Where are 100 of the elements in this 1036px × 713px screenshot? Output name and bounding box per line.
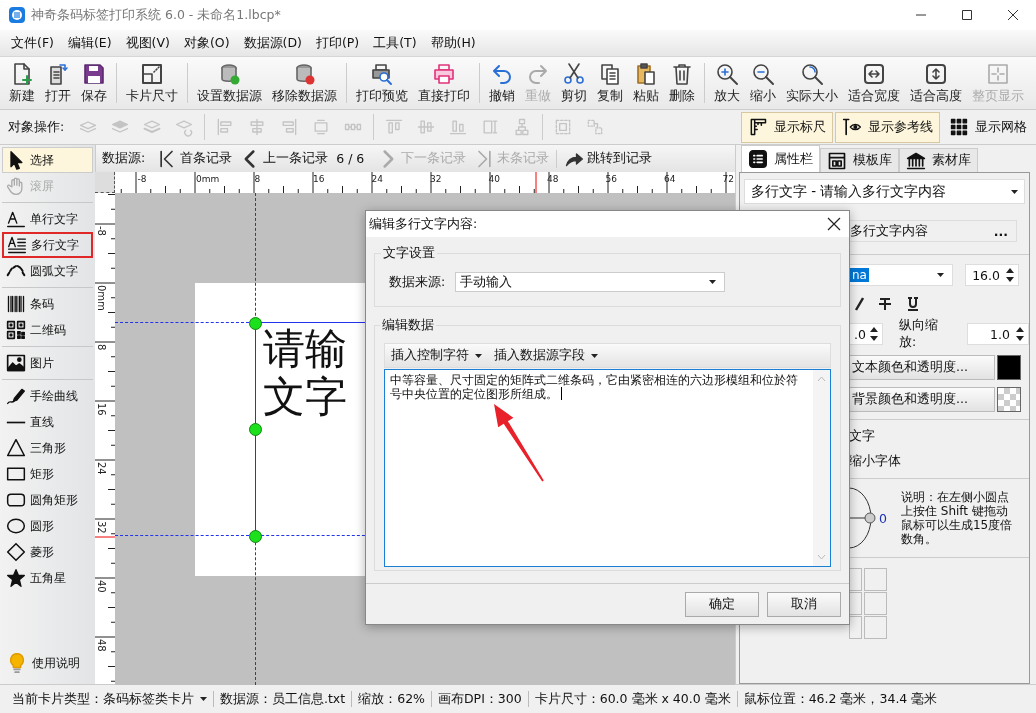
checkbox-label[interactable]: 缩小字体 [849,453,901,470]
underline-icon[interactable] [906,297,920,311]
menu-item[interactable]: 视图(V) [118,34,177,52]
toolbar-button[interactable]: 撤销 [484,61,520,105]
panel-tab[interactable]: 素材库 [899,148,978,172]
menu-item[interactable]: 数据源(D) [236,34,309,52]
toggle-button[interactable]: 显示参考线 [835,111,940,143]
background-color-button[interactable]: 背景颜色和透明度... [849,386,995,412]
toolbar-button[interactable]: 新建 [4,61,40,105]
caret-icon [200,697,207,701]
card-type-dropdown[interactable]: 当前卡片类型：条码标签类卡片 [6,690,213,708]
tool-button[interactable]: 单行文字 [2,206,93,232]
vertical-scale-spinner[interactable]: 1.0 [967,323,1029,345]
insert-menu[interactable]: 插入数据源字段 [494,347,598,364]
tool-button[interactable]: 圆弧文字 [2,258,93,284]
cursor-marker [95,536,115,538]
scrollbar[interactable] [813,370,830,566]
fit-page-icon [986,61,1010,86]
app-logo-icon [9,7,25,23]
dialog-button[interactable]: 确定 [685,591,759,617]
toolbar-button[interactable]: 设置数据源 [192,61,267,105]
toolbar-button[interactable]: 适合宽度 [843,61,905,105]
toggle-button[interactable]: 显示标尺 [741,111,833,143]
text-color-button[interactable]: 文本颜色和透明度... [849,354,995,380]
content-field[interactable]: 多行文字内容 ... [849,220,1017,242]
toolbar-label: 对象操作: [8,118,65,136]
zoom-out-icon [751,61,775,86]
tool-button[interactable]: 圆角矩形 [2,487,93,513]
scroll-up-icon[interactable] [817,376,826,382]
toolbar-button[interactable]: 删除 [664,61,700,105]
dialog-title: 编辑多行文字内容: [369,215,478,233]
toolbar-button[interactable]: 移除数据源 [267,61,342,105]
tool-button[interactable]: 图片 [2,350,93,376]
tool-button[interactable]: 圆形 [2,513,93,539]
horizontal-scale-spinner[interactable]: .0 [849,323,883,345]
tool-button[interactable]: 二维码 [2,317,93,343]
panel-tab[interactable]: 模板库 [820,148,899,172]
menu-item[interactable]: 工具(T) [366,34,424,52]
toolbar-button[interactable]: 打开 [40,61,76,105]
toolbar-button[interactable]: 适合高度 [905,61,967,105]
tool-button[interactable]: 直线 [2,409,93,435]
align-button[interactable] [849,616,862,639]
toolbar-button[interactable]: 直接打印 [413,61,475,105]
selected-text: na [850,268,869,282]
toolbar-button[interactable]: 实际大小 [781,61,843,105]
text-input-field[interactable]: 中等容量、尺寸固定的矩阵式二维条码，它由紧密相连的六边形模组和位於符号中央位置的定位图形所组成。 [384,369,831,567]
tool-button[interactable]: 选择 [2,147,93,173]
menu-item[interactable]: 对象(O) [176,34,237,52]
tool-button[interactable]: 菱形 [2,539,93,565]
checkbox-label[interactable]: 文字 [849,428,875,445]
source-dropdown[interactable]: 手动输入 [455,272,726,292]
tool-button[interactable]: 五角星 [2,565,93,591]
star-icon [6,568,26,588]
picture-icon [6,353,26,373]
trash-icon [670,61,694,86]
italic-icon[interactable] [854,297,864,311]
toolbar-button[interactable]: 保存 [76,61,112,105]
museum-icon [906,150,926,171]
toolbar-button[interactable]: 粘贴 [628,61,664,105]
caret-icon [1011,189,1018,194]
strikethrough-icon[interactable] [878,297,892,311]
jump-to-record-button[interactable]: 跳转到记录 [560,148,657,169]
transparent-swatch[interactable] [997,386,1021,412]
panel-tab[interactable]: 属性栏 [741,145,820,172]
toolbar-button[interactable]: 复制 [592,61,628,105]
menu-item[interactable]: 帮助(H) [423,34,483,52]
tool-button[interactable]: 条码 [2,291,93,317]
record-nav-button[interactable]: 首条记录 [153,148,237,169]
close-icon[interactable] [827,217,841,231]
object-dropdown[interactable]: 多行文字 - 请输入多行文字内容 [744,179,1025,204]
toolbar-button[interactable]: 剪切 [556,61,592,105]
help-button[interactable]: 使用说明 [2,650,93,676]
angle-dial-drawing[interactable] [849,486,877,550]
font-size-spinner[interactable]: 16.0 [965,264,1019,286]
align-button[interactable] [864,616,887,639]
font-dropdown[interactable]: na [849,264,953,286]
print-preview-icon [370,61,394,86]
toolbar-button[interactable]: 放大 [709,61,745,105]
color-swatch[interactable] [997,354,1021,380]
toggle-button[interactable]: 显示网格 [942,111,1034,143]
align-button[interactable] [864,592,887,615]
toolbar-button[interactable]: 缩小 [745,61,781,105]
dialog-button[interactable]: 取消 [767,591,841,617]
scroll-down-icon[interactable] [817,554,826,560]
menu-item[interactable]: 编辑(E) [60,34,119,52]
toolbar-button[interactable]: 打印预览 [351,61,413,105]
tool-button[interactable]: 手绘曲线 [2,383,93,409]
tool-button[interactable]: 矩形 [2,461,93,487]
paste-icon [634,61,658,86]
menu-item[interactable]: 打印(P) [308,34,367,52]
insert-menu[interactable]: 插入控制字符 [391,347,482,364]
ruler-label: -8 [96,226,107,236]
toolbar-button[interactable]: 卡片尺寸 [121,61,183,105]
ruler-label: 24 [371,174,383,184]
tool-button[interactable]: 多行文字 [2,232,93,258]
record-nav-button[interactable]: 上一条记录 [236,148,333,169]
tool-button[interactable]: 三角形 [2,435,93,461]
align-button[interactable] [864,568,887,591]
menu-item[interactable]: 文件(F) [4,34,61,52]
ruler-label: 8 [96,344,107,351]
